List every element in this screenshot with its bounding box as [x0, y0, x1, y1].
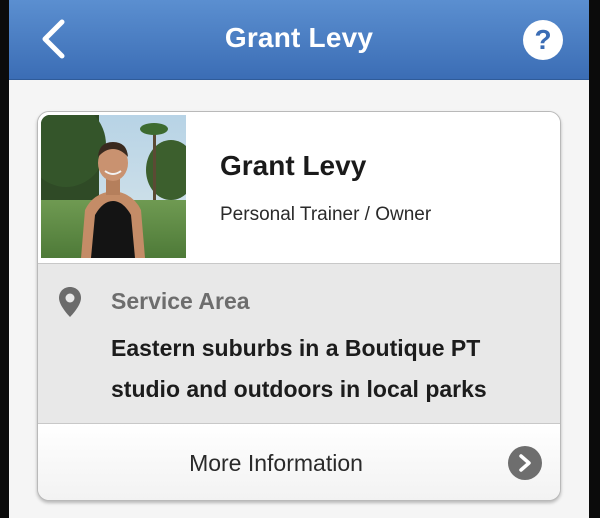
- chevron-left-icon: [42, 19, 65, 59]
- chevron-right-icon: [519, 454, 531, 472]
- navigation-bar: Grant Levy ?: [9, 0, 589, 80]
- service-area-label: Service Area: [111, 288, 250, 314]
- more-information-label: More Information: [189, 450, 363, 476]
- page-title: Grant Levy: [224, 22, 374, 53]
- app-screen: Grant Levy ? Grant Levy Personal Trainer…: [9, 0, 589, 518]
- trainer-role: Personal Trainer / Owner: [220, 204, 432, 225]
- more-information-button[interactable]: More Information: [38, 424, 560, 500]
- back-button[interactable]: [31, 14, 75, 64]
- service-area-section: Service Area Eastern suburbs in a Boutiq…: [38, 264, 560, 424]
- trainer-name: Grant Levy: [220, 150, 367, 181]
- trainer-card: Grant Levy Personal Trainer / Owner Serv…: [37, 111, 561, 501]
- question-icon: ?: [534, 24, 552, 55]
- help-button[interactable]: ?: [523, 20, 563, 60]
- trainer-photo: [41, 115, 186, 258]
- profile-header: Grant Levy Personal Trainer / Owner: [38, 112, 560, 264]
- service-area-text: Eastern suburbs in a Boutique PT studio …: [111, 335, 487, 402]
- chevron-right-circle-icon: [508, 446, 542, 480]
- map-pin-icon: [59, 287, 81, 317]
- avatar: [41, 115, 186, 258]
